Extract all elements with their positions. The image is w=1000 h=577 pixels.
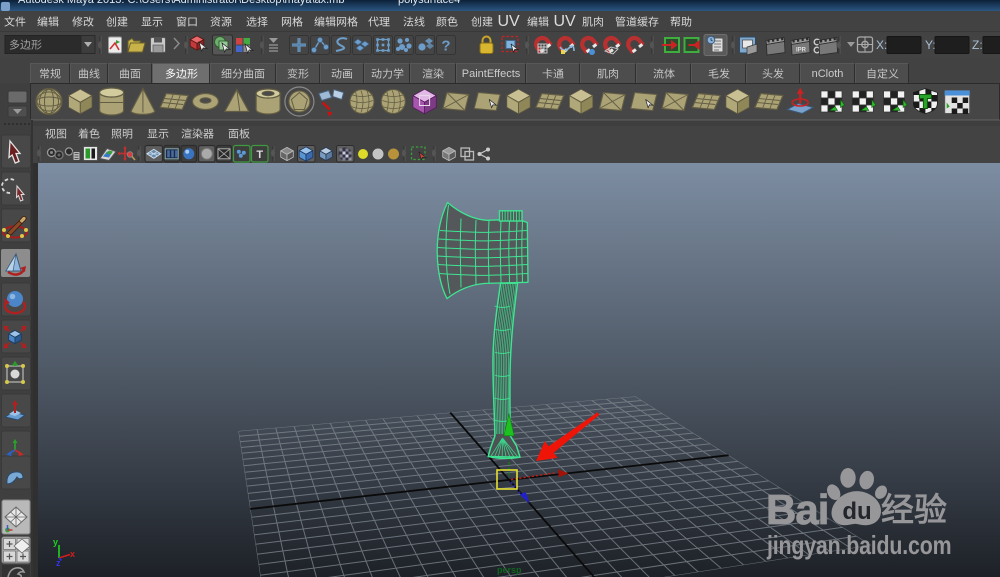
svg-text:Z:: Z: xyxy=(972,38,983,52)
svg-text:persp: persp xyxy=(497,565,522,575)
svg-text:y: y xyxy=(53,537,58,547)
svg-text:X:: X: xyxy=(876,38,887,52)
svg-text:z: z xyxy=(56,558,61,568)
svg-text:Y:: Y: xyxy=(925,38,936,52)
svg-text:T: T xyxy=(256,149,263,161)
svg-text:IPR: IPR xyxy=(796,48,807,54)
svg-text:?: ? xyxy=(441,38,450,55)
svg-text:du: du xyxy=(842,498,871,525)
svg-text:x: x xyxy=(70,549,75,559)
